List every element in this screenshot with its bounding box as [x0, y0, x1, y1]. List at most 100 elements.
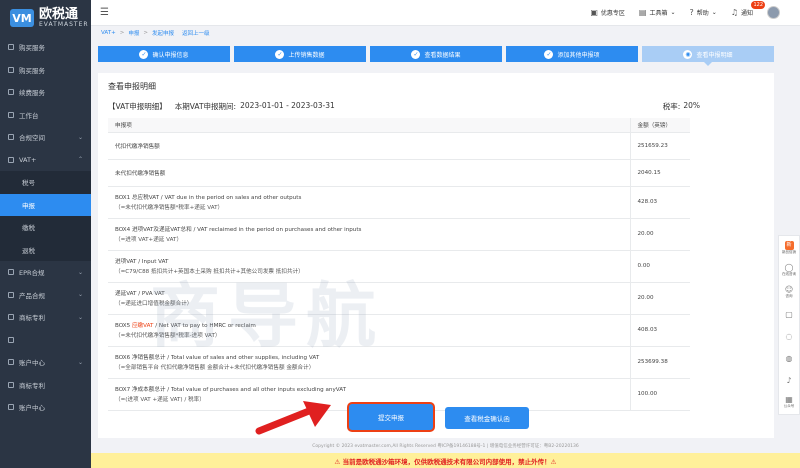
headset-icon: ♪ [786, 375, 792, 385]
row-label: BOX5 应缴VAT / Net VAT to pay to HMRC or r… [108, 314, 630, 347]
step-item: ✓ 上传销售数据 [234, 46, 366, 62]
sidebar-item[interactable]: 账户中心 [0, 396, 91, 419]
breadcrumb-item[interactable]: VAT+ [101, 30, 116, 36]
menu-item-icon [8, 359, 14, 366]
row-amount: 100.00 [629, 378, 690, 411]
sidebar-item[interactable]: 工作台 [0, 104, 91, 127]
sidebar-item[interactable]: 合规空间 ⌄ [0, 126, 91, 149]
menu-item-icon [8, 44, 14, 51]
row-label-text: BOX1 总应税VAT / VAT due in the period on s… [115, 195, 302, 201]
sidebar-item[interactable]: 退税 [0, 238, 91, 261]
chevron-icon: ⌄ [77, 133, 83, 141]
breadcrumb-separator: > [143, 30, 148, 36]
brand-name: 欧税通 [39, 7, 79, 22]
row-amount: 408.03 [629, 314, 690, 347]
menu-icon[interactable]: ☰ [100, 7, 109, 18]
step-item: ✓ 确认申报信息 [98, 46, 230, 62]
row-formula: （=未代扣代缴净销售额*税率-进项 VAT） [115, 333, 221, 339]
row-label-highlight: 应缴VAT [131, 323, 154, 329]
avatar[interactable] [767, 6, 780, 19]
toolbox-icon: ▤ [638, 8, 647, 17]
row-label-text: BOX6 净销售额总计 / Total value of sales and o… [115, 355, 320, 361]
sidebar-item-label: 产品合规 [19, 291, 45, 300]
sidebar-item-label: 购买服务 [19, 44, 45, 53]
row-amount: 2040.15 [629, 159, 690, 187]
sidebar-item[interactable]: 商标专利 [0, 374, 91, 397]
right-toolbar-item[interactable]: 新新品促销 [780, 238, 798, 258]
sidebar-item-label: 购买服务 [19, 66, 45, 75]
sidebar-item-label: 商标专利 [19, 381, 45, 390]
sidebar-item[interactable]: 购买服务 [0, 36, 91, 59]
sidebar-item-label: 商标专利 [19, 314, 45, 323]
copyright: Copyright © 2023 evatmaster.com,All Righ… [312, 444, 579, 449]
sidebar-item[interactable]: 续费服务 [0, 81, 91, 104]
sidebar-item-label: 税号 [22, 179, 35, 188]
breadcrumb-item[interactable]: 发起申报 [152, 29, 174, 37]
row-label-prefix: BOX5 [115, 323, 132, 329]
col-amount: 金额（英镑） [629, 118, 690, 133]
step-item: ◉ 查看申报明细 [642, 46, 774, 66]
sidebar-item-label: 缴税 [22, 224, 35, 233]
sidebar-item[interactable]: 税号 [0, 171, 91, 194]
row-amount: 20.00 [629, 218, 690, 251]
row-formula: （=递延进口增值税金额合计） [115, 301, 193, 307]
sidebar-item[interactable]: 账户中心 ⌄ [0, 351, 91, 374]
sidebar-item[interactable]: VAT+ ⌃ [0, 149, 91, 172]
header-item[interactable]: ♫ 通知 122 [730, 1, 765, 17]
menu-item-icon [8, 336, 14, 343]
row-formula: （=(进项 VAT +递延 VAT) / 税率） [115, 397, 205, 403]
breadcrumb-item[interactable]: 申报 [128, 29, 139, 37]
table-row: BOX6 净销售额总计 / Total value of sales and o… [108, 346, 690, 379]
right-toolbar-item[interactable]: ▢ [780, 304, 798, 324]
step-label: 确认申报信息 [152, 51, 189, 59]
service-icon: ◍ [785, 353, 793, 363]
sidebar-item-label: 工作台 [19, 111, 39, 120]
qq-icon: ☺ [784, 285, 794, 294]
table-row: BOX4 进项VAT及递延VAT总和 / VAT reclaimed in th… [108, 218, 690, 251]
header-item[interactable]: ▤ 工具箱 ⌄ [639, 8, 676, 17]
right-toolbar-item[interactable]: ♪ [780, 370, 798, 390]
col-item: 申报项 [108, 118, 630, 133]
submit-declaration-button[interactable]: 提交申报 [349, 404, 433, 430]
declaration-table: 申报项 金额（英镑） 代扣代缴净销售额 251659.23 未代扣代缴净销售额 204… [108, 118, 690, 411]
row-amount: 20.00 [629, 282, 690, 315]
sidebar-item-label: EPR合规 [19, 269, 45, 278]
right-toolbar-item[interactable]: ▦ 公众号 [780, 392, 798, 412]
sidebar-item[interactable]: 商标专利 ⌄ [0, 306, 91, 329]
right-toolbar-item[interactable]: ◯ 在线咨询 [780, 260, 798, 280]
sidebar-item[interactable]: EPR合规 ⌄ [0, 261, 91, 284]
header-item[interactable]: ? 帮助 ⌄ [690, 8, 717, 17]
chevron-down-icon: ⌄ [711, 9, 717, 16]
logo[interactable]: VM 欧税通 EVATMASTER [0, 0, 91, 36]
menu-item-icon [8, 111, 14, 118]
chevron-icon: ⌄ [77, 313, 83, 321]
header-item-label: 优惠专区 [600, 10, 625, 17]
check-icon: ✓ [411, 49, 421, 59]
sidebar-item[interactable]: 产品合规 ⌄ [0, 284, 91, 307]
right-toolbar-item[interactable]: ☺ 咨询 [780, 282, 798, 302]
right-toolbar-item[interactable]: ◌ [780, 326, 798, 346]
sidebar-item[interactable]: 购买服务 [0, 59, 91, 82]
row-label-text: 递延VAT / PVA VAT [115, 291, 165, 297]
menu-item-icon [8, 269, 14, 276]
row-label-text: 进项VAT / Input VAT [115, 259, 169, 265]
sidebar-item-label: 续费服务 [19, 89, 45, 98]
logo-mark: VM [10, 9, 34, 27]
right-toolbar-item[interactable]: ◍ [780, 348, 798, 368]
bell-icon: ♫ [730, 8, 738, 17]
header-item[interactable]: ▣ 优惠专区 [590, 8, 625, 17]
row-formula: （=C79/C88 抵扣共计+英国本土采购 抵扣共计+其他公司发票 抵扣共计） [115, 269, 304, 275]
row-label: 代扣代缴净销售额 [108, 132, 630, 160]
view-tax-confirmation-button[interactable]: 查看税金确认函 [445, 407, 529, 429]
chat-icon: ◯ [784, 263, 794, 272]
sidebar-item[interactable] [0, 329, 91, 352]
row-label: BOX1 总应税VAT / VAT due in the period on s… [108, 186, 630, 219]
card-title: 查看申报明细 [108, 82, 156, 91]
declaration-summary: 【VAT申报明细】 本期VAT申报期间: 2023-01-01 - 2023-0… [108, 101, 700, 112]
row-amount: 251659.23 [629, 132, 690, 160]
sidebar-item[interactable]: 申报 [0, 193, 91, 216]
right-toolbar-label: 在线咨询 [782, 272, 796, 276]
sidebar-item[interactable]: 缴税 [0, 216, 91, 239]
breadcrumb-item[interactable]: 返回上一级 [182, 29, 210, 37]
step-label: 查看申报明细 [696, 51, 733, 59]
